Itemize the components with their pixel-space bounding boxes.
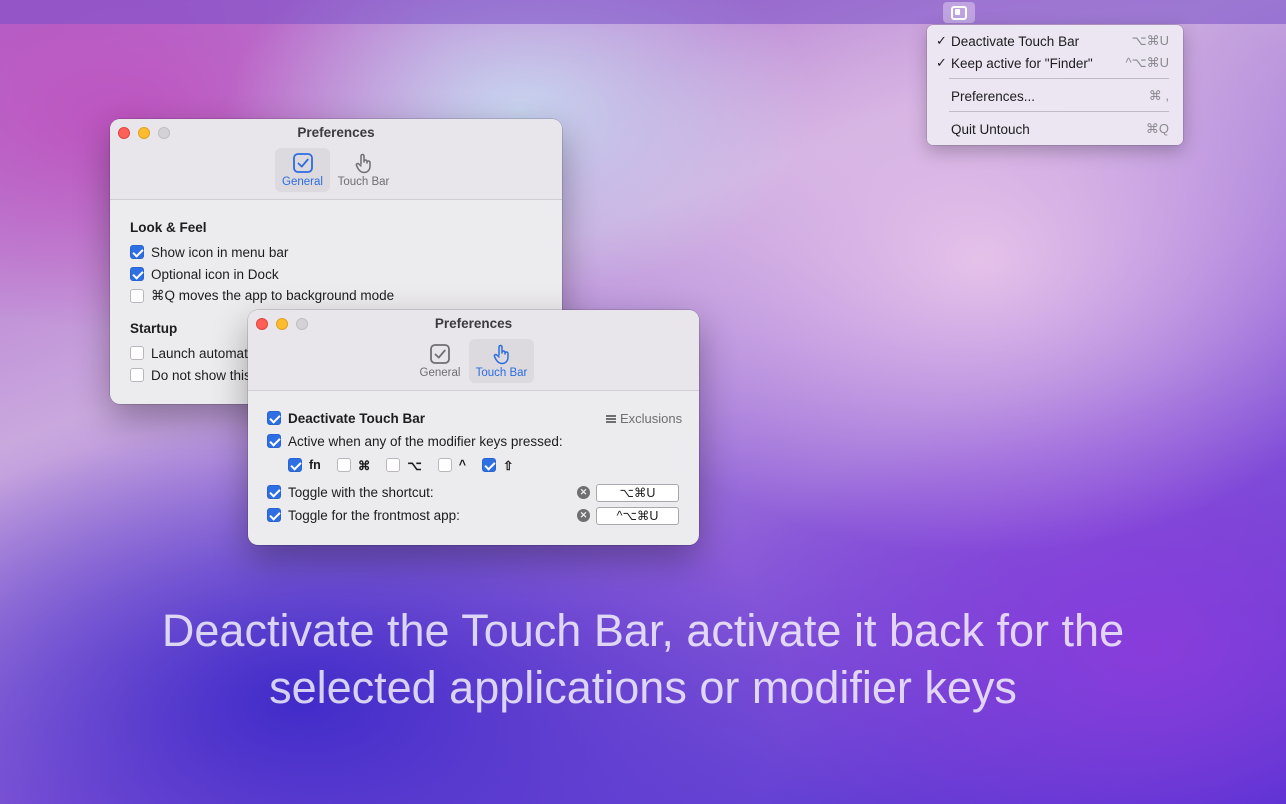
menu-item-shortcut: ⌘Q [1145, 121, 1169, 136]
menu-item-shortcut: ^⌥⌘U [1125, 55, 1169, 70]
option-icon-in-dock[interactable]: Optional icon in Dock [130, 265, 279, 283]
tab-label: Touch Bar [475, 367, 528, 379]
checkmark-icon: ✓ [936, 33, 947, 48]
modifier-fn-label: fn [309, 458, 321, 472]
modifier-keys-row: fn ⌘ ⌥ ^ ⇧ [288, 456, 530, 474]
option-launch-automatically[interactable]: Launch automat [130, 344, 248, 362]
option-label: Launch automat [151, 345, 248, 361]
menu-item-quit[interactable]: Quit Untouch ⌘Q [927, 118, 1183, 140]
shortcut-recorder-toggle[interactable]: ⌥⌘U [596, 484, 679, 502]
menu-item-label: Keep active for "Finder" [951, 55, 1093, 71]
option-deactivate-touch-bar[interactable]: Deactivate Touch Bar [267, 409, 425, 427]
option-label: Deactivate Touch Bar [288, 410, 426, 426]
hand-pointer-icon [493, 344, 509, 365]
checkbox-checked[interactable] [267, 508, 281, 522]
checkbox-icon [430, 344, 450, 364]
status-menu: ✓ Deactivate Touch Bar ⌥⌘U ✓ Keep active… [927, 25, 1183, 145]
modifier-option-label: ⌥ [407, 458, 422, 473]
menu-separator [949, 78, 1169, 79]
option-do-not-show[interactable]: Do not show this [130, 366, 251, 384]
menu-bar [0, 0, 1286, 24]
marketing-tagline: Deactivate the Touch Bar, activate it ba… [0, 602, 1286, 716]
checkbox-unchecked[interactable] [130, 368, 144, 382]
app-glyph-icon [951, 5, 967, 20]
checkbox-checked[interactable] [267, 411, 281, 425]
exclusions-button[interactable]: Exclusions [606, 411, 682, 426]
tab-label: General [282, 176, 323, 188]
shortcut-recorder-frontmost[interactable]: ^⌥⌘U [596, 507, 679, 525]
menu-item-deactivate-touch-bar[interactable]: ✓ Deactivate Touch Bar ⌥⌘U [927, 30, 1183, 52]
menu-item-preferences[interactable]: Preferences... ⌘ , [927, 85, 1183, 107]
checkbox-icon [292, 153, 313, 173]
menu-item-keep-active-finder[interactable]: ✓ Keep active for "Finder" ^⌥⌘U [927, 52, 1183, 74]
checkbox-checked[interactable] [130, 267, 144, 281]
checkbox-unchecked[interactable] [130, 346, 144, 360]
option-label: ⌘Q moves the app to background mode [151, 288, 395, 303]
window-titlebar: Preferences General Touch Bar [110, 119, 562, 200]
section-title-look-feel: Look & Feel [130, 220, 207, 235]
modifier-control-checkbox[interactable] [437, 458, 452, 472]
menu-separator [949, 111, 1169, 112]
modifier-shift-checkbox[interactable] [482, 458, 497, 472]
option-toggle-frontmost-app[interactable]: Toggle for the frontmost app: [267, 506, 460, 524]
window-title: Preferences [297, 125, 375, 140]
checkbox-unchecked[interactable] [130, 289, 144, 303]
window-titlebar: Preferences General Touch Bar [248, 310, 699, 391]
modifier-control-label: ^ [458, 458, 467, 472]
checkbox-checked[interactable] [267, 434, 281, 448]
tagline-line-2: selected applications or modifier keys [269, 662, 1017, 713]
option-label: Show icon in menu bar [151, 244, 289, 260]
preferences-window-touch-bar: Preferences General Touch Bar Deactivate… [248, 310, 699, 545]
list-icon [606, 414, 616, 423]
option-cmd-q-background[interactable]: ⌘Q moves the app to background mode [130, 287, 394, 305]
option-label: Toggle with the shortcut: [288, 484, 434, 500]
menu-item-label: Deactivate Touch Bar [951, 33, 1080, 49]
menu-item-shortcut: ⌘ , [1148, 88, 1169, 103]
clear-shortcut-icon[interactable]: ✕ [577, 509, 590, 522]
untouch-app-icon[interactable] [943, 2, 975, 23]
tab-general[interactable]: General [413, 339, 467, 383]
option-toggle-shortcut[interactable]: Toggle with the shortcut: [267, 483, 434, 501]
exclusions-label: Exclusions [620, 411, 683, 426]
menu-item-shortcut: ⌥⌘U [1131, 33, 1169, 48]
tab-general[interactable]: General [275, 148, 330, 192]
tab-touch-bar[interactable]: Touch Bar [469, 339, 534, 383]
modifier-shift-label: ⇧ [503, 458, 514, 473]
menu-item-label: Quit Untouch [951, 121, 1030, 137]
modifier-command-checkbox[interactable] [336, 458, 351, 472]
checkbox-checked[interactable] [130, 245, 144, 259]
option-active-modifier-keys[interactable]: Active when any of the modifier keys pre… [267, 432, 563, 450]
tab-touch-bar[interactable]: Touch Bar [334, 148, 393, 192]
menu-item-label: Preferences... [951, 88, 1036, 104]
option-label: Active when any of the modifier keys pre… [288, 433, 563, 449]
modifier-option-checkbox[interactable] [386, 458, 401, 472]
section-title-startup: Startup [130, 321, 178, 336]
tab-label: Touch Bar [337, 176, 390, 188]
option-show-icon-menu-bar[interactable]: Show icon in menu bar [130, 243, 288, 261]
option-label: Do not show this [151, 367, 251, 383]
clear-shortcut-icon[interactable]: ✕ [577, 486, 590, 499]
checkbox-checked[interactable] [267, 485, 281, 499]
hand-pointer-icon [355, 153, 371, 174]
checkmark-icon: ✓ [936, 55, 947, 70]
modifier-fn-checkbox[interactable] [288, 458, 302, 472]
tagline-line-1: Deactivate the Touch Bar, activate it ba… [161, 605, 1125, 656]
option-label: Toggle for the frontmost app: [288, 507, 460, 523]
modifier-command-label: ⌘ [357, 458, 371, 473]
window-title: Preferences [434, 316, 513, 331]
option-label: Optional icon in Dock [151, 266, 279, 282]
tab-label: General [419, 367, 461, 379]
